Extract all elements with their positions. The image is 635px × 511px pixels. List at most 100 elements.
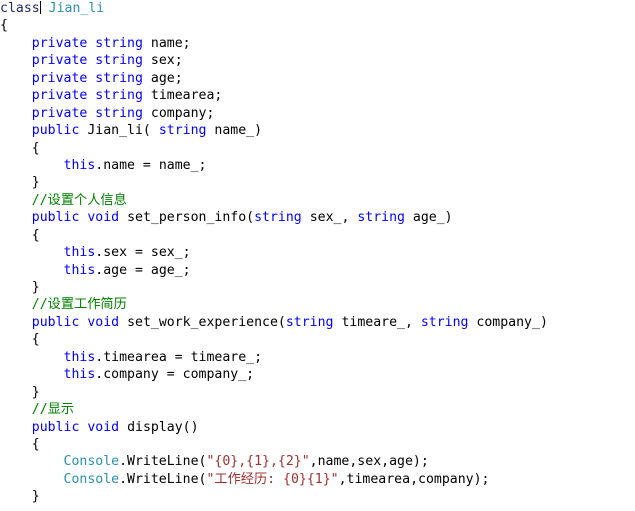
code-token: company;: [142, 105, 215, 121]
code-token: display(): [119, 419, 199, 435]
code-line: this.company = company_;: [0, 366, 635, 383]
code-line: }: [0, 174, 635, 191]
code-token: this: [63, 157, 96, 173]
code-token: public: [31, 419, 80, 435]
code-token: private: [31, 35, 88, 51]
code-line: private string age;: [0, 70, 635, 87]
code-text-area[interactable]: class Jian_li { private string name; priv…: [0, 0, 635, 511]
code-token: class: [0, 1, 40, 16]
code-line: this.sex = sex_;: [0, 244, 635, 261]
code-token: }: [31, 175, 40, 191]
code-token: .WriteLine(: [119, 454, 207, 470]
code-token: //显示: [31, 402, 75, 418]
code-token: "工作经历: {0}{1}": [206, 471, 339, 487]
code-token: ,timearea,company);: [338, 471, 490, 487]
code-line: this.timearea = timeare_;: [0, 349, 635, 366]
code-token: private: [31, 53, 88, 69]
code-line: //设置个人信息: [0, 192, 635, 209]
code-line: {: [0, 436, 635, 453]
code-token: Jian_li: [48, 1, 105, 16]
code-editor[interactable]: class Jian_li { private string name; priv…: [0, 0, 635, 511]
code-token: {: [31, 436, 40, 452]
code-token: public: [31, 210, 80, 226]
code-token: {: [31, 332, 40, 348]
code-token: string: [158, 123, 207, 139]
code-line: {: [0, 227, 635, 244]
code-line: }: [0, 488, 635, 505]
code-token: {: [31, 227, 40, 243]
code-token: timeare_,: [333, 314, 421, 330]
code-token: void: [87, 210, 120, 226]
code-token: sex;: [142, 53, 183, 69]
code-token: //设置个人信息: [31, 192, 127, 208]
code-token: .company = company_;: [95, 367, 255, 383]
code-token: set_work_experience(: [119, 314, 286, 330]
code-token: Jian_li(: [79, 123, 159, 139]
code-line: private string sex;: [0, 52, 635, 69]
code-line: //显示: [0, 401, 635, 418]
code-token: set_person_info(: [119, 210, 255, 226]
code-token: .timearea = timeare_;: [95, 349, 263, 365]
code-token: Console: [63, 454, 120, 470]
code-token: age_): [404, 210, 453, 226]
code-token: private: [31, 105, 88, 121]
code-token: string: [254, 210, 302, 226]
code-line: //设置工作简历: [0, 296, 635, 313]
code-token: sex_,: [301, 210, 358, 226]
code-line: this.name = name_;: [0, 157, 635, 174]
code-token: age;: [142, 70, 183, 86]
code-token: string: [357, 210, 405, 226]
code-token: "{0},{1},{2}": [206, 454, 310, 470]
code-line: }: [0, 384, 635, 401]
code-token: private: [31, 70, 88, 86]
code-token: void: [87, 419, 120, 435]
code-token: }: [31, 384, 40, 400]
code-line: private string timearea;: [0, 87, 635, 104]
code-token: string: [285, 314, 334, 330]
code-token: name;: [142, 35, 191, 51]
code-token: timearea;: [142, 88, 223, 104]
code-line: public Jian_li( string name_): [0, 122, 635, 139]
code-line: public void set_work_experience(string t…: [0, 314, 635, 331]
code-line: Console.WriteLine("{0},{1},{2}",name,sex…: [0, 453, 635, 470]
code-token: {: [31, 140, 40, 156]
code-token: public: [31, 314, 80, 330]
code-token: void: [87, 314, 120, 330]
code-line: Console.WriteLine("工作经历: {0}{1}",timeare…: [0, 471, 635, 488]
code-token: string: [95, 88, 143, 104]
code-token: this: [63, 262, 96, 278]
code-token: this: [63, 245, 96, 261]
code-line: public void display(): [0, 419, 635, 436]
code-line: private string name;: [0, 35, 635, 52]
code-token: .sex = sex_;: [95, 245, 191, 261]
code-token: this: [63, 367, 96, 383]
code-token: string: [95, 35, 143, 51]
code-token: .WriteLine(: [119, 471, 207, 487]
code-token: .age = age_;: [95, 262, 191, 278]
code-token: name_): [206, 123, 263, 139]
code-token: string: [420, 314, 469, 330]
code-token: ,name,sex,age);: [309, 454, 429, 470]
code-token: {: [0, 18, 8, 34]
